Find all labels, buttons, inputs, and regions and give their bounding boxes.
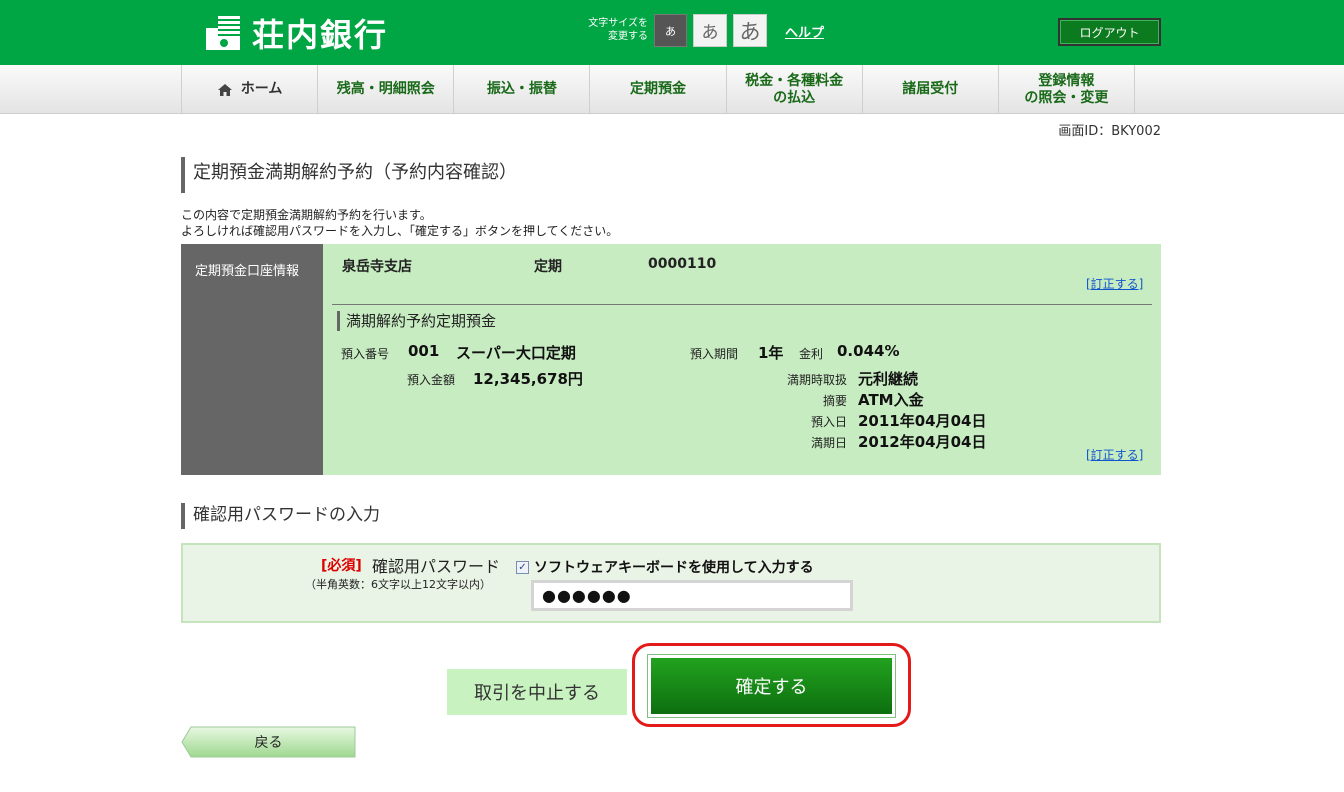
confirm-button-label: 確定する — [651, 658, 892, 714]
font-size-medium-button[interactable]: あ — [693, 14, 727, 47]
product-name: スーパー大口定期 — [456, 344, 576, 362]
password-section-title: 確認用パスワードの入力 — [181, 503, 380, 529]
password-hint: （半角英数：6文字以上12文字以内） — [305, 578, 491, 591]
password-input[interactable]: ●●●●●● — [531, 580, 853, 611]
page-title: 定期預金満期解約予約（予約内容確認） — [181, 157, 517, 193]
edit-deposit-link[interactable]: [訂正する] — [1086, 446, 1143, 463]
password-panel: [必須] 確認用パスワード （半角英数：6文字以上12文字以内） ✓ ソフトウェ… — [181, 543, 1161, 623]
intro-text: この内容で定期預金満期解約予約を行います。 よろしければ確認用パスワードを入力し… — [181, 207, 618, 239]
account-type: 定期 — [534, 259, 562, 275]
software-keyboard-checkbox[interactable]: ✓ — [516, 561, 529, 574]
header: 荘内銀行 文字サイズを 変更する あ あ あ ヘルプ ログアウト — [0, 0, 1344, 65]
account-info-label: 定期預金口座情報 — [181, 244, 323, 475]
rate-label: 金利 — [799, 347, 824, 361]
cancel-button[interactable]: 取引を中止する — [447, 669, 627, 715]
nav-item-home[interactable]: ホーム — [182, 65, 319, 114]
nav-item-balance[interactable]: 残高・明細照会 — [318, 65, 455, 114]
memo-label: 摘要 — [822, 394, 847, 408]
account-number: 0000110 — [648, 256, 717, 272]
intro-line-1: この内容で定期預金満期解約予約を行います。 — [181, 208, 432, 222]
deposit-date-value: 2011年04月04日 — [858, 412, 987, 430]
memo-value: ATM入金 — [858, 391, 924, 409]
intro-line-2: よろしければ確認用パスワードを入力し、「確定する」ボタンを押してください。 — [181, 224, 619, 238]
maturity-handling-value: 元利継続 — [858, 370, 919, 388]
amount-value: 12,345,678円 — [473, 370, 583, 388]
bank-logo-icon — [204, 14, 242, 52]
deposit-no: 001 — [408, 342, 440, 360]
amount-label: 預入金額 — [407, 373, 456, 387]
password-label: 確認用パスワード — [372, 557, 501, 576]
logout-button[interactable]: ログアウト — [1058, 18, 1161, 46]
bank-name: 荘内銀行 — [252, 16, 389, 54]
required-badge: [必須] — [321, 558, 362, 574]
rate-value: 0.044% — [837, 342, 900, 360]
nav-item-transfer[interactable]: 振込・振替 — [454, 65, 591, 114]
home-icon — [217, 83, 233, 97]
edit-account-link[interactable]: [訂正する] — [1086, 275, 1143, 292]
term-value: 1年 — [758, 344, 784, 362]
nav-item-label: ホーム — [240, 81, 283, 97]
maturity-handling-label: 満期時取扱 — [786, 373, 847, 387]
nav-item-tax-payment[interactable]: 税金・各種料金 の払込 — [727, 65, 863, 114]
software-keyboard-label[interactable]: ソフトウェアキーボードを使用して入力する — [534, 557, 814, 577]
nav-item-time-deposit[interactable]: 定期預金 — [590, 65, 727, 114]
font-size-small-button[interactable]: あ — [654, 14, 687, 47]
main-nav: ホーム 残高・明細照会 振込・振替 定期預金 税金・各種料金 の払込 諸届受付 … — [0, 65, 1344, 114]
maturity-date-label: 満期日 — [810, 436, 847, 450]
screen-id: 画面ID：BKY002 — [1058, 124, 1161, 139]
divider — [332, 304, 1152, 305]
back-button[interactable]: 戻る — [181, 726, 356, 758]
confirm-button[interactable]: 確定する — [647, 654, 896, 718]
deposit-no-label: 預入番号 — [341, 347, 390, 361]
branch-name: 泉岳寺支店 — [342, 259, 412, 275]
maturity-date-value: 2012年04月04日 — [858, 433, 987, 451]
account-info-panel: 定期預金口座情報 泉岳寺支店 定期 0000110 [訂正する] 満期解約予約定… — [181, 244, 1161, 475]
term-label: 預入期間 — [690, 347, 739, 361]
bank-logo[interactable]: 荘内銀行 — [204, 12, 388, 54]
help-link[interactable]: ヘルプ — [785, 22, 824, 41]
sub-section-title: 満期解約予約定期預金 — [337, 311, 496, 331]
back-button-label: 戻る — [254, 735, 283, 751]
deposit-date-label: 預入日 — [810, 415, 847, 429]
font-size-large-button[interactable]: あ — [733, 14, 767, 47]
nav-item-notifications[interactable]: 諸届受付 — [863, 65, 999, 114]
font-size-label: 文字サイズを 変更する — [588, 18, 648, 42]
nav-item-registration[interactable]: 登録情報 の照会・変更 — [999, 65, 1135, 114]
